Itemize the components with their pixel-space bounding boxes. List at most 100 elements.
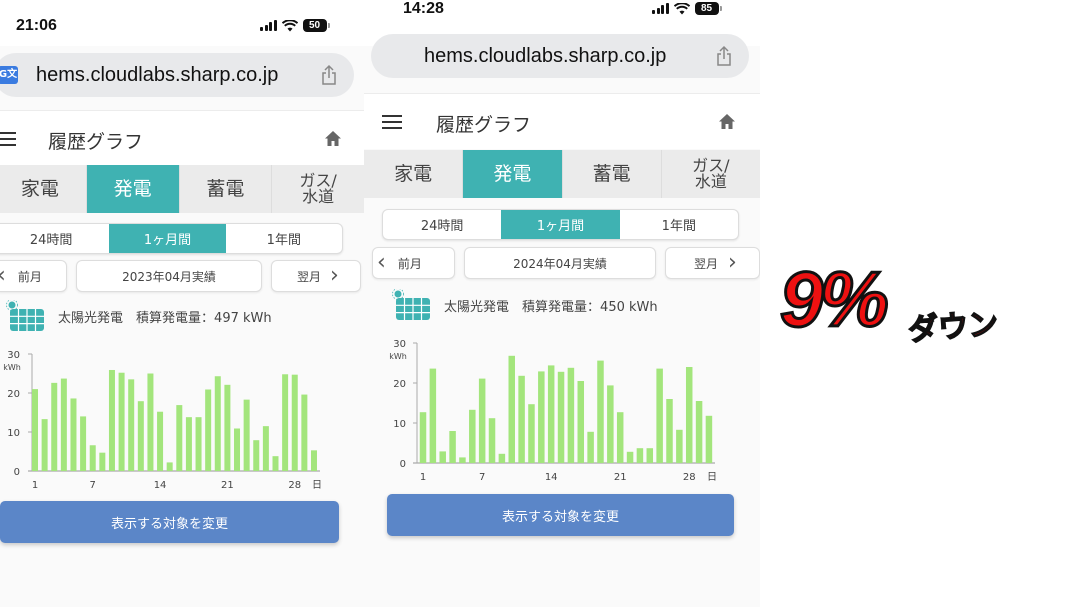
generation-chart-2023: 0 10 20 30 kWh 1 7 14 21 28 日 — [3, 350, 322, 491]
y-tick-label: 30 — [7, 350, 20, 361]
tab-1year[interactable]: 1年間 — [226, 224, 342, 253]
share-icon[interactable] — [715, 45, 733, 67]
bar-day-15 — [557, 371, 565, 463]
bar-day-22 — [626, 451, 634, 463]
app-header: 履歴グラフ — [364, 93, 760, 149]
tab-storage[interactable]: 蓄電 — [180, 165, 273, 213]
hamburger-icon[interactable] — [382, 115, 402, 129]
bar-day-14 — [547, 365, 555, 463]
bar-day-4 — [60, 378, 67, 471]
bar-day-29 — [301, 394, 308, 471]
url-bar[interactable]: G文 hems.cloudlabs.sharp.co.jp — [0, 53, 354, 97]
tab-storage[interactable]: 蓄電 — [563, 150, 662, 198]
bar-day-21 — [616, 412, 624, 463]
tab-1month[interactable]: 1ヶ月間 — [109, 224, 226, 253]
bar-day-25 — [656, 368, 663, 463]
x-tick-label: 21 — [221, 480, 234, 491]
home-icon[interactable] — [718, 113, 736, 130]
bar-day-18 — [587, 431, 594, 463]
bar-day-24 — [646, 448, 654, 463]
tab-appliances[interactable]: 家電 — [364, 150, 464, 198]
bar-day-11 — [518, 375, 525, 463]
bar-day-27 — [282, 374, 289, 471]
tab-1month[interactable]: 1ヶ月間 — [501, 210, 620, 239]
status-time: 21:06 — [16, 17, 57, 34]
bar-day-11 — [128, 379, 135, 471]
y-tick-label: 30 — [393, 339, 406, 350]
bar-day-6 — [469, 409, 476, 463]
bar-day-19 — [205, 389, 212, 471]
next-month-button[interactable]: 翌月 › — [665, 247, 760, 279]
bar-day-9 — [498, 453, 506, 463]
change-target-button[interactable]: 表示する対象を変更 — [0, 501, 339, 543]
total-value: 450 kWh — [600, 299, 658, 315]
tab-24h[interactable]: 24時間 — [383, 210, 501, 239]
bar-day-28 — [291, 374, 298, 471]
bar-day-10 — [118, 372, 125, 471]
x-tick-label: 21 — [614, 472, 627, 483]
tab-1year[interactable]: 1年間 — [620, 210, 738, 239]
bar-day-23 — [243, 399, 250, 471]
bar-day-26 — [272, 456, 279, 471]
bar-day-3 — [439, 451, 446, 463]
status-time: 14:28 — [403, 0, 444, 17]
app-header: 履歴グラフ — [0, 110, 364, 166]
tab-generation[interactable]: 発電 — [86, 165, 180, 213]
tab-gas-water[interactable]: ガス/ 水道 — [272, 165, 364, 213]
x-tick-label: 14 — [545, 472, 558, 483]
translate-icon[interactable]: G文 — [0, 66, 18, 84]
total-label: 積算発電量： — [522, 299, 601, 315]
summary-label: 太陽光発電 — [58, 310, 124, 326]
bar-day-17 — [185, 417, 192, 471]
bar-day-1 — [419, 412, 427, 463]
bar-day-29 — [695, 401, 703, 463]
month-navigation: ‹ 前月 2024年04月実績 翌月 › — [364, 247, 760, 279]
bar-day-12 — [528, 404, 535, 463]
bar-day-30 — [310, 450, 317, 471]
bar-day-25 — [262, 426, 269, 471]
bar-day-3 — [51, 382, 58, 471]
next-month-button[interactable]: 翌月 › — [271, 260, 361, 292]
bar-day-26 — [666, 399, 673, 463]
badge-down-text: ダウン — [906, 306, 1000, 349]
tab-gas-water[interactable]: ガス/ 水道 — [662, 150, 760, 198]
home-icon[interactable] — [324, 130, 342, 147]
current-month-label: 2023年04月実績 — [76, 260, 262, 292]
url-bar[interactable]: hems.cloudlabs.sharp.co.jp — [371, 34, 749, 78]
total-value: 497 kWh — [214, 310, 272, 326]
bar-day-6 — [80, 416, 87, 471]
month-navigation: ‹ 前月 2023年04月実績 翌月 › — [0, 260, 364, 292]
url-text: hems.cloudlabs.sharp.co.jp — [36, 63, 279, 86]
status-icons: 85 — [652, 2, 722, 15]
tab-appliances[interactable]: 家電 — [0, 165, 87, 213]
bar-day-14 — [157, 411, 164, 471]
bar-day-20 — [214, 376, 221, 471]
battery-icon: 50 — [302, 19, 330, 32]
bar-day-7 — [89, 445, 96, 471]
bar-day-16 — [176, 405, 183, 471]
category-tabs: 家電 発電 蓄電 ガス/ 水道 — [0, 165, 364, 213]
change-target-button[interactable]: 表示する対象を変更 — [387, 494, 734, 536]
y-tick-label: 0 — [400, 459, 406, 470]
tab-generation[interactable]: 発電 — [463, 150, 563, 198]
prev-month-button[interactable]: ‹ 前月 — [0, 260, 67, 292]
bar-day-8 — [488, 418, 496, 463]
y-axis-unit: kWh — [3, 363, 21, 372]
prev-month-button[interactable]: ‹ 前月 — [372, 247, 455, 279]
chevron-right-icon: › — [728, 250, 737, 275]
generation-summary: 太陽光発電 積算発電量：497 kWh — [6, 300, 272, 332]
bar-day-18 — [195, 417, 202, 471]
bar-day-4 — [449, 431, 456, 463]
phone-screenshot-2024: 14:28 85 hems.cloudlabs.sharp.co.jp 履歴グラ… — [364, 0, 760, 607]
tab-24h[interactable]: 24時間 — [0, 224, 109, 253]
x-tick-label: 28 — [683, 472, 696, 483]
hamburger-icon[interactable] — [0, 132, 16, 146]
bar-day-19 — [597, 360, 604, 463]
bar-day-8 — [99, 452, 106, 471]
bar-day-12 — [137, 401, 144, 471]
x-tick-label: 28 — [288, 480, 301, 491]
bar-day-13 — [147, 373, 154, 471]
bar-day-21 — [224, 384, 231, 471]
share-icon[interactable] — [320, 64, 338, 86]
next-month-label: 翌月 — [694, 256, 719, 271]
